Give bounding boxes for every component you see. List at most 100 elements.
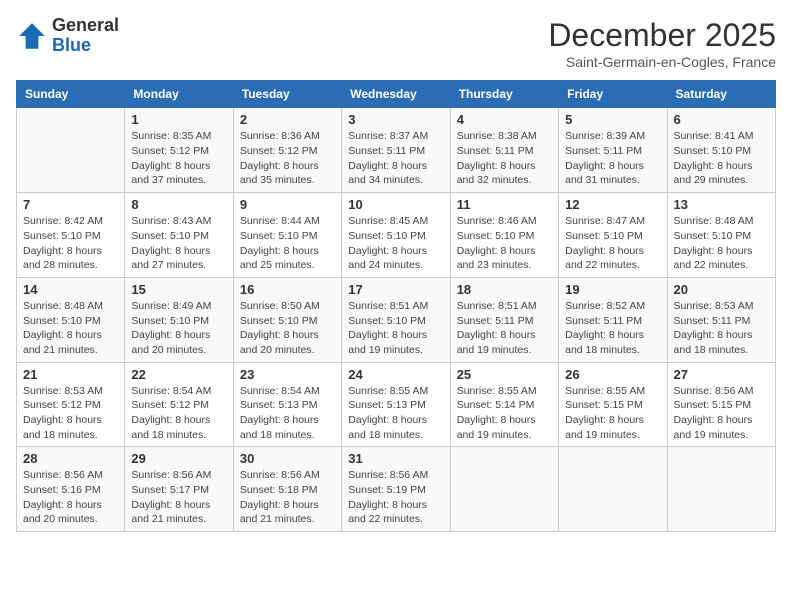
day-number: 24	[348, 367, 443, 382]
calendar-cell: 22 Sunrise: 8:54 AMSunset: 5:12 PMDayligh…	[125, 362, 233, 447]
page-header: General Blue December 2025 Saint-Germain…	[16, 16, 776, 70]
calendar-cell: 24Sunrise: 8:55 AMSunset: 5:13 PMDayligh…	[342, 362, 450, 447]
calendar-cell: 5 Sunrise: 8:39 AMSunset: 5:11 PMDaylight…	[559, 108, 667, 193]
calendar-cell: 26Sunrise: 8:55 AMSunset: 5:15 PMDayligh…	[559, 362, 667, 447]
day-number: 22	[131, 367, 226, 382]
day-info: Sunrise: 8:55 AMSunset: 5:15 PMDaylight:…	[565, 384, 660, 443]
day-info: Sunrise: 8:53 AMSunset: 5:12 PMDaylight:…	[23, 384, 118, 443]
day-info: Sunrise: 8:56 AMSunset: 5:18 PMDaylight:…	[240, 468, 335, 527]
day-number: 18	[457, 282, 552, 297]
day-info: Sunrise: 8:45 AMSunset: 5:10 PMDaylight:…	[348, 214, 443, 273]
weekday-header: Sunday	[17, 81, 125, 108]
calendar-cell	[450, 447, 558, 532]
calendar-cell: 17 Sunrise: 8:51 AMSunset: 5:10 PMDayligh…	[342, 277, 450, 362]
calendar-cell	[559, 447, 667, 532]
day-number: 13	[674, 197, 769, 212]
weekday-header: Friday	[559, 81, 667, 108]
day-number: 30	[240, 451, 335, 466]
day-info: Sunrise: 8:56 AMSunset: 5:16 PMDaylight:…	[23, 468, 118, 527]
day-info: Sunrise: 8:49 AMSunset: 5:10 PMDaylight:…	[131, 299, 226, 358]
calendar-table: SundayMondayTuesdayWednesdayThursdayFrid…	[16, 80, 776, 532]
day-info: Sunrise: 8:43 AMSunset: 5:10 PMDaylight:…	[131, 214, 226, 273]
calendar-cell: 15 Sunrise: 8:49 AMSunset: 5:10 PMDayligh…	[125, 277, 233, 362]
day-info: Sunrise: 8:52 AMSunset: 5:11 PMDaylight:…	[565, 299, 660, 358]
calendar-week-row: 7Sunrise: 8:42 AMSunset: 5:10 PMDaylight…	[17, 193, 776, 278]
calendar-cell: 6Sunrise: 8:41 AMSunset: 5:10 PMDaylight…	[667, 108, 775, 193]
day-info: Sunrise: 8:54 AMSunset: 5:12 PMDaylight:…	[131, 384, 226, 443]
logo-blue: Blue	[52, 36, 119, 56]
day-number: 19	[565, 282, 660, 297]
calendar-week-row: 28 Sunrise: 8:56 AMSunset: 5:16 PMDayligh…	[17, 447, 776, 532]
day-number: 14	[23, 282, 118, 297]
day-info: Sunrise: 8:56 AMSunset: 5:15 PMDaylight:…	[674, 384, 769, 443]
calendar-header: SundayMondayTuesdayWednesdayThursdayFrid…	[17, 81, 776, 108]
calendar-week-row: 1 Sunrise: 8:35 AMSunset: 5:12 PMDaylight…	[17, 108, 776, 193]
day-info: Sunrise: 8:53 AMSunset: 5:11 PMDaylight:…	[674, 299, 769, 358]
day-number: 8	[131, 197, 226, 212]
calendar-cell: 27 Sunrise: 8:56 AMSunset: 5:15 PMDayligh…	[667, 362, 775, 447]
calendar-week-row: 14 Sunrise: 8:48 AMSunset: 5:10 PMDayligh…	[17, 277, 776, 362]
day-number: 7	[23, 197, 118, 212]
weekday-header: Wednesday	[342, 81, 450, 108]
day-info: Sunrise: 8:50 AMSunset: 5:10 PMDaylight:…	[240, 299, 335, 358]
day-number: 12	[565, 197, 660, 212]
calendar-cell: 19 Sunrise: 8:52 AMSunset: 5:11 PMDayligh…	[559, 277, 667, 362]
day-info: Sunrise: 8:48 AMSunset: 5:10 PMDaylight:…	[23, 299, 118, 358]
calendar-cell: 29Sunrise: 8:56 AMSunset: 5:17 PMDayligh…	[125, 447, 233, 532]
day-number: 1	[131, 112, 226, 127]
calendar-subtitle: Saint-Germain-en-Cogles, France	[548, 54, 776, 70]
day-info: Sunrise: 8:37 AMSunset: 5:11 PMDaylight:…	[348, 129, 443, 188]
day-number: 17	[348, 282, 443, 297]
day-info: Sunrise: 8:48 AMSunset: 5:10 PMDaylight:…	[674, 214, 769, 273]
calendar-cell: 13 Sunrise: 8:48 AMSunset: 5:10 PMDayligh…	[667, 193, 775, 278]
day-number: 23	[240, 367, 335, 382]
calendar-week-row: 21Sunrise: 8:53 AMSunset: 5:12 PMDayligh…	[17, 362, 776, 447]
calendar-cell: 23 Sunrise: 8:54 AMSunset: 5:13 PMDayligh…	[233, 362, 341, 447]
day-number: 3	[348, 112, 443, 127]
day-number: 15	[131, 282, 226, 297]
calendar-cell	[17, 108, 125, 193]
day-info: Sunrise: 8:46 AMSunset: 5:10 PMDaylight:…	[457, 214, 552, 273]
day-info: Sunrise: 8:55 AMSunset: 5:14 PMDaylight:…	[457, 384, 552, 443]
day-number: 28	[23, 451, 118, 466]
weekday-header: Saturday	[667, 81, 775, 108]
weekday-header: Tuesday	[233, 81, 341, 108]
day-number: 9	[240, 197, 335, 212]
day-info: Sunrise: 8:39 AMSunset: 5:11 PMDaylight:…	[565, 129, 660, 188]
calendar-cell: 14 Sunrise: 8:48 AMSunset: 5:10 PMDayligh…	[17, 277, 125, 362]
calendar-cell: 1 Sunrise: 8:35 AMSunset: 5:12 PMDaylight…	[125, 108, 233, 193]
calendar-cell: 16Sunrise: 8:50 AMSunset: 5:10 PMDayligh…	[233, 277, 341, 362]
day-number: 29	[131, 451, 226, 466]
day-info: Sunrise: 8:35 AMSunset: 5:12 PMDaylight:…	[131, 129, 226, 188]
calendar-cell	[667, 447, 775, 532]
day-info: Sunrise: 8:44 AMSunset: 5:10 PMDaylight:…	[240, 214, 335, 273]
calendar-cell: 3 Sunrise: 8:37 AMSunset: 5:11 PMDaylight…	[342, 108, 450, 193]
header-row: SundayMondayTuesdayWednesdayThursdayFrid…	[17, 81, 776, 108]
logo-icon	[16, 20, 48, 52]
day-number: 10	[348, 197, 443, 212]
day-number: 27	[674, 367, 769, 382]
weekday-header: Thursday	[450, 81, 558, 108]
day-info: Sunrise: 8:36 AMSunset: 5:12 PMDaylight:…	[240, 129, 335, 188]
day-number: 11	[457, 197, 552, 212]
day-number: 4	[457, 112, 552, 127]
calendar-cell: 4 Sunrise: 8:38 AMSunset: 5:11 PMDaylight…	[450, 108, 558, 193]
day-info: Sunrise: 8:38 AMSunset: 5:11 PMDaylight:…	[457, 129, 552, 188]
calendar-cell: 18 Sunrise: 8:51 AMSunset: 5:11 PMDayligh…	[450, 277, 558, 362]
day-info: Sunrise: 8:54 AMSunset: 5:13 PMDaylight:…	[240, 384, 335, 443]
calendar-cell: 7Sunrise: 8:42 AMSunset: 5:10 PMDaylight…	[17, 193, 125, 278]
day-info: Sunrise: 8:56 AMSunset: 5:19 PMDaylight:…	[348, 468, 443, 527]
day-number: 25	[457, 367, 552, 382]
calendar-cell: 30 Sunrise: 8:56 AMSunset: 5:18 PMDayligh…	[233, 447, 341, 532]
day-number: 5	[565, 112, 660, 127]
calendar-body: 1 Sunrise: 8:35 AMSunset: 5:12 PMDaylight…	[17, 108, 776, 532]
logo: General Blue	[16, 16, 119, 56]
day-number: 20	[674, 282, 769, 297]
day-info: Sunrise: 8:47 AMSunset: 5:10 PMDaylight:…	[565, 214, 660, 273]
day-number: 31	[348, 451, 443, 466]
day-info: Sunrise: 8:51 AMSunset: 5:10 PMDaylight:…	[348, 299, 443, 358]
day-info: Sunrise: 8:51 AMSunset: 5:11 PMDaylight:…	[457, 299, 552, 358]
calendar-cell: 12 Sunrise: 8:47 AMSunset: 5:10 PMDayligh…	[559, 193, 667, 278]
day-number: 6	[674, 112, 769, 127]
calendar-title: December 2025	[548, 16, 776, 54]
